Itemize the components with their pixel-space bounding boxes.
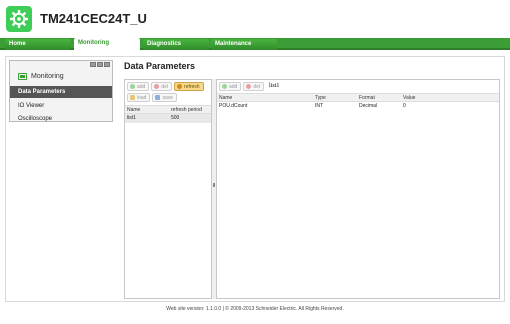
delete-icon xyxy=(246,84,252,89)
save-label: save xyxy=(162,94,174,101)
current-list-name: list1 xyxy=(269,83,280,89)
gear-icon xyxy=(6,6,32,32)
variable-type-cell: INT xyxy=(315,103,324,109)
sidebar: Monitoring Data Parameters IO Viewer Osc… xyxy=(9,60,113,122)
lists-grid-header: Name refresh period xyxy=(125,105,211,114)
save-button[interactable]: save xyxy=(152,93,178,102)
sidebar-tools xyxy=(90,62,110,67)
refresh-label: refresh xyxy=(184,83,200,90)
column-header-value[interactable]: Value xyxy=(401,94,499,101)
column-header-format[interactable]: Format xyxy=(357,94,401,101)
add-label: add xyxy=(229,83,238,90)
page-body: Monitoring Data Parameters IO Viewer Osc… xyxy=(5,56,505,302)
list-name-cell: list1 xyxy=(127,115,136,121)
disk-icon xyxy=(155,95,161,100)
refresh-icon xyxy=(177,84,183,89)
variables-grid-header: Name Type Format Value xyxy=(217,93,499,102)
del-label: del xyxy=(253,83,261,90)
variables-toolbar: add del list1 xyxy=(217,82,279,92)
header: TM241CEC24T_U xyxy=(0,0,510,38)
add-list-button[interactable]: add xyxy=(127,82,150,91)
variables-panel: add del list1 Name Type Format Value POU… xyxy=(216,79,500,299)
load-button[interactable]: load xyxy=(127,93,151,102)
sidebar-item-io-viewer[interactable]: IO Viewer xyxy=(10,100,112,112)
collapse-icon[interactable] xyxy=(104,62,110,67)
sidebar-item-data-parameters[interactable]: Data Parameters xyxy=(10,86,112,98)
load-label: load xyxy=(137,94,147,101)
column-header-name[interactable]: Name xyxy=(125,106,169,113)
column-header-name[interactable]: Name xyxy=(217,94,313,101)
refresh-period-cell: 500 xyxy=(171,115,180,121)
sidebar-header: Monitoring xyxy=(10,69,112,83)
footer: Web site version: 1.1.0.0 | © 2009-2013 … xyxy=(166,306,344,312)
app-title: TM241CEC24T_U xyxy=(40,11,147,26)
del-label: del xyxy=(161,83,169,90)
sidebar-header-label: Monitoring xyxy=(31,72,64,80)
main-content: Data Parameters add del refresh load sav… xyxy=(122,57,502,301)
lists-toolbar-2: load save xyxy=(125,93,178,103)
add-label: add xyxy=(137,83,146,90)
minimize-icon[interactable] xyxy=(97,62,103,67)
main-nav: Home Monitoring Diagnostics Maintenance xyxy=(0,38,510,51)
app-window: TM241CEC24T_U Home Monitoring Diagnostic… xyxy=(0,0,510,324)
sidebar-item-oscilloscope[interactable]: Oscilloscope xyxy=(10,113,112,125)
folder-icon xyxy=(130,95,135,100)
add-icon xyxy=(130,84,135,89)
tab-maintenance[interactable]: Maintenance xyxy=(211,39,277,50)
pin-icon[interactable] xyxy=(90,62,96,67)
tab-diagnostics[interactable]: Diagnostics xyxy=(143,39,209,50)
lists-panel: add del refresh load save Name refresh p… xyxy=(124,79,212,299)
variable-format-cell[interactable]: Decimal xyxy=(357,102,401,111)
column-header-refresh-period[interactable]: refresh period xyxy=(169,106,211,113)
column-header-type[interactable]: Type xyxy=(313,94,357,101)
refresh-button[interactable]: refresh xyxy=(174,82,204,91)
add-variable-button[interactable]: add xyxy=(219,82,242,91)
lists-toolbar: add del refresh xyxy=(125,82,204,92)
splitter-grip-icon xyxy=(213,183,215,187)
tab-home[interactable]: Home xyxy=(5,39,71,50)
tab-monitoring[interactable]: Monitoring xyxy=(74,38,140,51)
del-list-button[interactable]: del xyxy=(151,82,173,91)
add-icon xyxy=(222,84,227,89)
variable-value-cell: 0 xyxy=(403,103,406,109)
page-title: Data Parameters xyxy=(124,61,196,71)
monitor-icon xyxy=(18,72,27,80)
table-row[interactable]: POU.dCount INT Decimal 0 xyxy=(217,102,499,111)
table-row[interactable]: list1 500 xyxy=(125,114,211,123)
del-variable-button[interactable]: del xyxy=(243,82,265,91)
variable-name-cell: POU.dCount xyxy=(219,103,248,109)
delete-icon xyxy=(154,84,160,89)
